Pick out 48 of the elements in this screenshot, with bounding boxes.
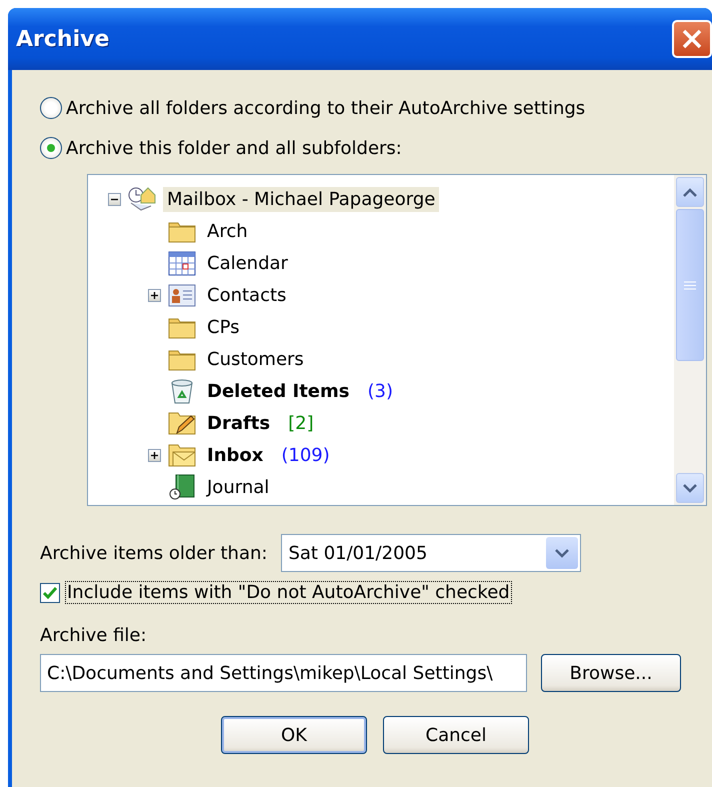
archive-file-label: Archive file: [40, 625, 148, 646]
dialog-button[interactable]: OK [221, 716, 367, 754]
checkmark-icon [43, 586, 57, 598]
expand-toggle[interactable] [148, 288, 161, 302]
checkbox-label: Include items with "Do not AutoArchive" checked [66, 582, 511, 603]
date-value: Sat 01/01/2005 [288, 542, 428, 564]
radio-label: Archive this folder and all subfolders: [66, 138, 402, 158]
close-button[interactable] [672, 20, 712, 58]
dialog-button[interactable]: Cancel [383, 716, 529, 754]
folder-item[interactable]: Customers [203, 346, 308, 372]
folder-item[interactable]: Drafts [203, 410, 274, 436]
folder-item[interactable]: Deleted Items [203, 378, 354, 404]
folder-item[interactable]: Calendar [203, 250, 292, 276]
scroll-down-button[interactable] [676, 473, 704, 503]
expand-toggle[interactable] [148, 448, 161, 462]
chevron-up-icon [683, 188, 697, 196]
older-than-label: Archive items older than: [40, 542, 268, 564]
file-path-field[interactable]: C:\Documents and Settings\mikep\Local Settings\ [40, 654, 527, 692]
radio-button[interactable] [40, 97, 62, 119]
item-count: [2] [288, 412, 314, 434]
item-count: (3) [367, 380, 393, 402]
chevron-down-icon [555, 548, 570, 558]
scroll-up-button[interactable] [676, 177, 704, 207]
chevron-down-icon [683, 484, 697, 492]
plus-icon [150, 290, 159, 300]
window-title: Archive [16, 26, 110, 52]
scroll-thumb[interactable] [676, 209, 704, 361]
item-count: (109) [281, 444, 330, 466]
folder-item[interactable]: Arch [203, 218, 252, 244]
date-dropdown[interactable]: Sat 01/01/2005 [281, 534, 582, 572]
dropdown-button[interactable] [546, 537, 578, 569]
calendar-icon [167, 249, 197, 277]
mailbox-icon [127, 185, 157, 213]
scrollbar[interactable] [674, 175, 706, 505]
grip-icon [684, 280, 696, 290]
close-icon [681, 28, 703, 50]
checkbox[interactable] [40, 582, 60, 602]
journal-book-icon [167, 473, 197, 501]
collapse-toggle[interactable] [108, 192, 121, 206]
folder-item[interactable]: Mailbox - Michael Papageorge [163, 186, 440, 212]
folder-item[interactable]: Contacts [203, 282, 290, 308]
plus-icon [150, 450, 159, 460]
browse-button[interactable]: Browse... [541, 654, 681, 692]
radio-button[interactable] [40, 137, 62, 159]
folder-item[interactable]: Journal [203, 474, 274, 500]
folder-item[interactable]: Inbox [203, 442, 268, 468]
radio-label: Archive all folders according to their AutoArchive settings [66, 98, 586, 118]
folder-item[interactable]: CPs [203, 314, 244, 340]
